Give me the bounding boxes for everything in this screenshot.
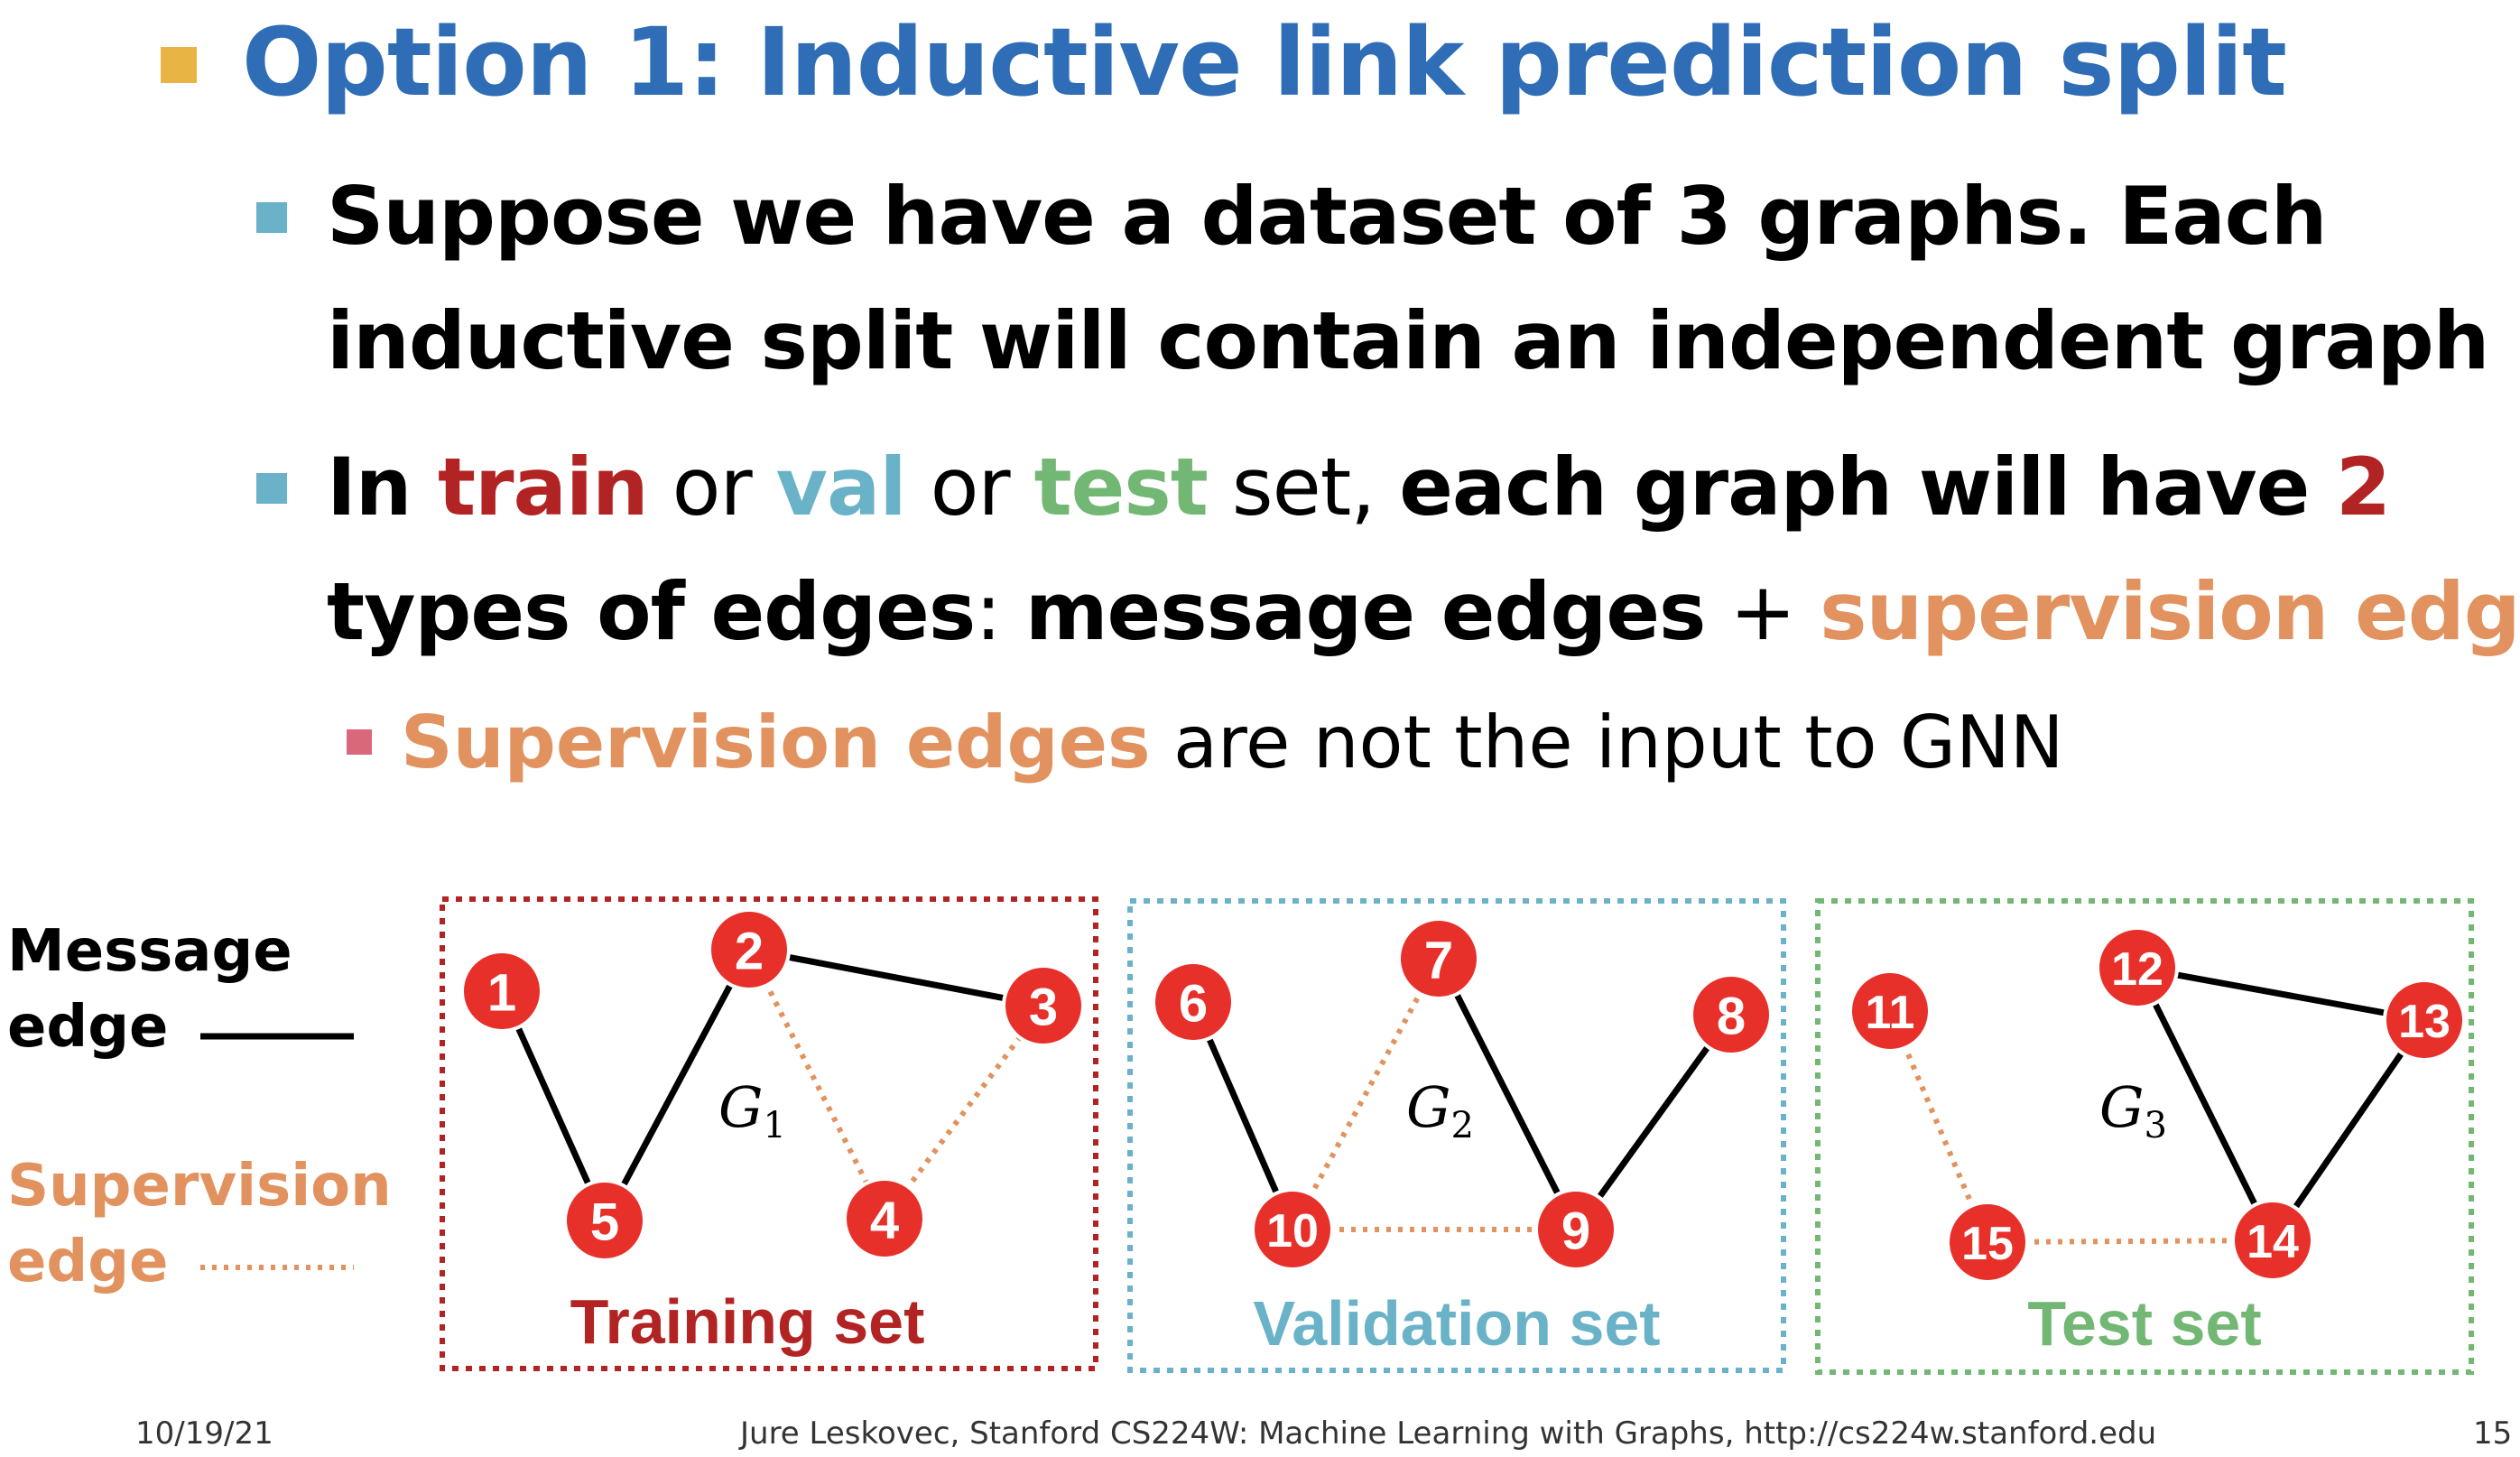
node-3: 3 — [1002, 964, 1085, 1047]
node-label-3: 3 — [1029, 979, 1058, 1037]
g3-subscript: 3 — [2145, 1105, 2167, 1146]
node-9: 9 — [1534, 1188, 1617, 1271]
graph-name-g1: G1 — [718, 1074, 786, 1146]
node-7: 7 — [1397, 917, 1480, 1000]
g2-letter: G — [1406, 1074, 1451, 1140]
node-10: 10 — [1251, 1188, 1334, 1271]
node-label-2: 2 — [735, 923, 764, 981]
node-12: 12 — [2096, 926, 2179, 1009]
graph-diagram: 1 2 3 4 5 6 7 8 9 10 11 12 13 14 15 G1 G… — [200, 896, 2474, 1375]
node-13: 13 — [2383, 979, 2466, 1062]
g2-subscript: 2 — [1451, 1105, 1474, 1146]
node-label-7: 7 — [1424, 932, 1453, 990]
node-label-15: 15 — [1961, 1218, 2014, 1270]
node-label-4: 4 — [870, 1192, 899, 1250]
node-4: 4 — [843, 1177, 926, 1260]
node-5: 5 — [563, 1179, 646, 1262]
g1-subscript: 1 — [764, 1105, 786, 1146]
test-set-label: Test set — [2027, 1288, 2261, 1359]
node-label-9: 9 — [1561, 1202, 1590, 1261]
edge-7-9 — [1435, 957, 1580, 1231]
edge-2-3 — [748, 946, 1044, 1009]
node-label-10: 10 — [1266, 1205, 1319, 1257]
node-2: 2 — [708, 908, 791, 991]
node-label-13: 13 — [2398, 996, 2451, 1048]
node-label-5: 5 — [590, 1193, 619, 1252]
edge-12-13 — [2136, 964, 2425, 1024]
footer-date: 10/19/21 — [135, 1415, 273, 1452]
node-label-6: 6 — [1179, 975, 1208, 1034]
graph-name-g2: G2 — [1406, 1074, 1474, 1146]
training-set-label: Training set — [570, 1286, 925, 1357]
node-label-8: 8 — [1717, 988, 1746, 1046]
g1-letter: G — [718, 1074, 764, 1140]
node-label-1: 1 — [487, 964, 516, 1023]
edge-12-14 — [2134, 966, 2276, 1242]
footer-credit: Jure Leskovec, Stanford CS224W: Machine … — [740, 1415, 2157, 1452]
g3-letter: G — [2099, 1074, 2145, 1140]
sup-edge-2-4 — [746, 948, 887, 1220]
graph-name-g3: G3 — [2099, 1074, 2167, 1146]
node-label-12: 12 — [2111, 943, 2163, 996]
sup-edge-15-14 — [1987, 1238, 2274, 1245]
node-label-11: 11 — [1866, 987, 1915, 1039]
node-1: 1 — [460, 950, 543, 1033]
node-6: 6 — [1152, 961, 1235, 1044]
node-15: 15 — [1946, 1201, 2029, 1284]
footer-page-number: 15 — [2473, 1415, 2513, 1452]
node-14: 14 — [2231, 1199, 2314, 1282]
validation-set-label: Validation set — [1253, 1288, 1660, 1359]
node-8: 8 — [1690, 973, 1773, 1056]
node-label-14: 14 — [2247, 1216, 2299, 1268]
node-11: 11 — [1848, 970, 1932, 1053]
